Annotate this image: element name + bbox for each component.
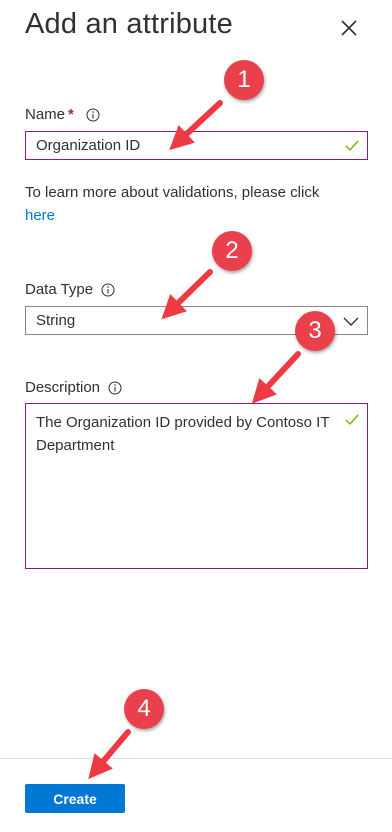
required-marker: * [68,106,74,123]
description-label-row: Description [25,379,122,396]
annotation-arrow-4 [88,729,131,780]
panel-title: Add an attribute [25,8,233,40]
info-icon[interactable] [101,283,115,297]
validation-help: To learn more about validations, please … [25,181,370,227]
data-type-label-row: Data Type [25,281,115,298]
close-icon[interactable] [337,16,361,40]
checkmark-icon [345,140,359,152]
step-badge-4: 4 [124,689,164,729]
step-badge-2: 2 [212,231,252,271]
checkmark-icon [345,414,359,426]
validation-help-link[interactable]: here [25,204,370,227]
name-input-value: Organization ID [36,137,141,154]
description-value: The Organization ID provided by Contoso … [36,414,330,454]
data-type-label: Data Type [25,281,94,298]
name-input[interactable]: Organization ID [25,131,368,160]
description-label: Description [25,379,101,396]
name-label: Name [25,106,66,123]
info-icon[interactable] [86,108,100,122]
footer-divider [0,758,392,759]
step-badge-3: 3 [295,311,335,351]
step-badge-1: 1 [224,60,264,100]
data-type-selected: String [36,312,76,329]
create-button[interactable]: Create [25,784,125,813]
annotation-arrow-3 [251,351,301,404]
info-icon[interactable] [108,381,122,395]
validation-help-text: To learn more about validations, please … [25,184,320,201]
chevron-down-icon [343,317,359,326]
name-label-row: Name * [25,106,100,123]
description-textarea[interactable]: The Organization ID provided by Contoso … [25,403,368,569]
